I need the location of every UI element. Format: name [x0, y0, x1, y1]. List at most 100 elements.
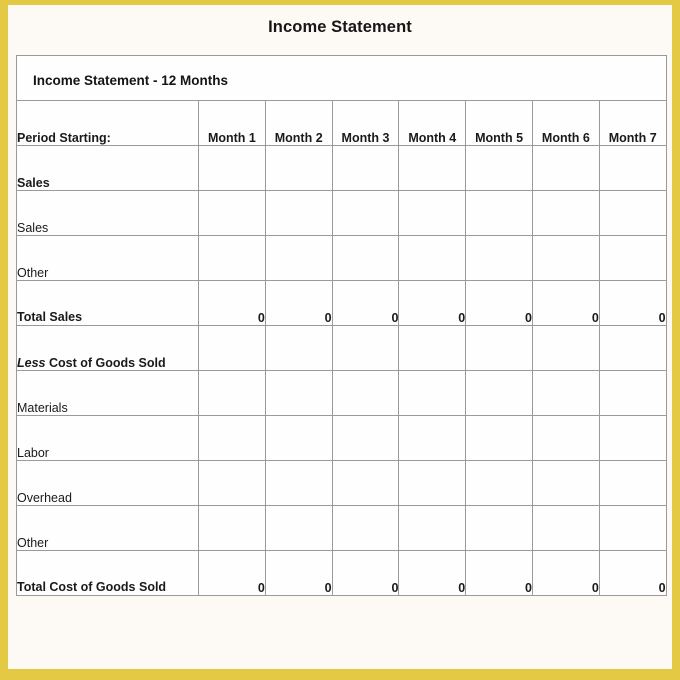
cell-total-sales-month-1[interactable]: 0: [198, 280, 266, 326]
table-row: Sales: [16, 145, 667, 191]
cell-total-cogs-month-1[interactable]: 0: [198, 550, 266, 596]
row-label-sales-other: Other: [16, 235, 199, 281]
cell-cogs-other-month-2[interactable]: [264, 505, 333, 551]
table-row: Other: [16, 235, 667, 281]
cell-overhead-month-2[interactable]: [264, 460, 333, 506]
cell-overhead-month-4[interactable]: [398, 460, 467, 506]
cell-cogs-section-month-6[interactable]: [531, 325, 600, 371]
table-row: Labor: [16, 415, 667, 461]
cell-sales-item-month-6[interactable]: [531, 190, 600, 236]
cell-sales-other-month-3[interactable]: [331, 235, 400, 281]
cell-sales-section-month-1[interactable]: [198, 145, 266, 191]
cell-labor-month-7[interactable]: [598, 415, 667, 461]
cell-labor-month-1[interactable]: [198, 415, 266, 461]
column-header-month-3: Month 3: [331, 100, 400, 146]
cell-total-cogs-month-5[interactable]: 0: [465, 550, 533, 596]
cell-sales-item-month-1[interactable]: [198, 190, 266, 236]
cell-sales-section-month-4[interactable]: [398, 145, 467, 191]
cell-cogs-section-month-2[interactable]: [264, 325, 333, 371]
column-header-month-6: Month 6: [531, 100, 600, 146]
period-starting-label: Period Starting:: [16, 100, 199, 146]
column-header-month-1: Month 1: [198, 100, 266, 146]
cell-cogs-other-month-3[interactable]: [331, 505, 400, 551]
row-label-materials: Materials: [16, 370, 199, 416]
table-row-total-sales: Total Sales 0 0 0 0 0 0 0: [16, 280, 667, 326]
cell-materials-month-2[interactable]: [264, 370, 333, 416]
cell-labor-month-5[interactable]: [465, 415, 533, 461]
cell-total-sales-month-3[interactable]: 0: [331, 280, 400, 326]
cell-sales-section-month-5[interactable]: [465, 145, 533, 191]
table-row-total-cogs: Total Cost of Goods Sold 0 0 0 0 0 0 0: [16, 550, 667, 596]
row-label-cogs-section: Less Cost of Goods Sold: [16, 325, 199, 371]
cell-total-cogs-month-4[interactable]: 0: [398, 550, 467, 596]
cell-cogs-section-month-7[interactable]: [598, 325, 667, 371]
cell-sales-section-month-7[interactable]: [598, 145, 667, 191]
cell-cogs-other-month-7[interactable]: [598, 505, 667, 551]
cell-sales-other-month-5[interactable]: [465, 235, 533, 281]
cell-labor-month-6[interactable]: [531, 415, 600, 461]
cell-cogs-section-month-1[interactable]: [198, 325, 266, 371]
column-header-month-5: Month 5: [465, 100, 533, 146]
cell-sales-other-month-2[interactable]: [264, 235, 333, 281]
cell-cogs-other-month-1[interactable]: [198, 505, 266, 551]
cell-materials-month-7[interactable]: [598, 370, 667, 416]
cell-sales-section-month-2[interactable]: [264, 145, 333, 191]
cell-materials-month-4[interactable]: [398, 370, 467, 416]
cell-total-cogs-month-7[interactable]: 0: [598, 550, 667, 596]
cell-overhead-month-6[interactable]: [531, 460, 600, 506]
cell-sales-section-month-6[interactable]: [531, 145, 600, 191]
cell-cogs-section-month-4[interactable]: [398, 325, 467, 371]
cell-total-sales-month-2[interactable]: 0: [264, 280, 333, 326]
cell-cogs-other-month-4[interactable]: [398, 505, 467, 551]
cell-labor-month-3[interactable]: [331, 415, 400, 461]
table-row: Overhead: [16, 460, 667, 506]
cell-cogs-section-month-5[interactable]: [465, 325, 533, 371]
income-statement-table: Income Statement - 12 Months Period Star…: [16, 55, 667, 596]
cell-sales-other-month-6[interactable]: [531, 235, 600, 281]
cell-materials-month-6[interactable]: [531, 370, 600, 416]
cell-sales-item-month-4[interactable]: [398, 190, 467, 236]
table-row: Other: [16, 505, 667, 551]
cell-labor-month-2[interactable]: [264, 415, 333, 461]
cell-sales-other-month-4[interactable]: [398, 235, 467, 281]
banner-cell: Income Statement - 12 Months: [16, 55, 667, 101]
row-label-sales-section: Sales: [16, 145, 199, 191]
cell-sales-item-month-5[interactable]: [465, 190, 533, 236]
column-header-month-4: Month 4: [398, 100, 467, 146]
cell-overhead-month-7[interactable]: [598, 460, 667, 506]
cell-cogs-section-month-3[interactable]: [331, 325, 400, 371]
cell-sales-section-month-3[interactable]: [331, 145, 400, 191]
cell-sales-other-month-1[interactable]: [198, 235, 266, 281]
cell-sales-other-month-7[interactable]: [598, 235, 667, 281]
cell-total-cogs-month-3[interactable]: 0: [331, 550, 400, 596]
cell-overhead-month-3[interactable]: [331, 460, 400, 506]
row-label-cogs-other: Other: [16, 505, 199, 551]
cell-total-sales-month-7[interactable]: 0: [598, 280, 667, 326]
cell-materials-month-1[interactable]: [198, 370, 266, 416]
cell-sales-item-month-2[interactable]: [264, 190, 333, 236]
column-header-month-2: Month 2: [264, 100, 333, 146]
cell-total-sales-month-6[interactable]: 0: [531, 280, 600, 326]
row-label-sales-item: Sales: [16, 190, 199, 236]
cell-labor-month-4[interactable]: [398, 415, 467, 461]
banner-title: Income Statement - 12 Months: [33, 73, 229, 88]
column-header-month-7: Month 7: [598, 100, 667, 146]
page-title: Income Statement: [268, 18, 412, 36]
cell-overhead-month-1[interactable]: [198, 460, 266, 506]
cell-total-sales-month-4[interactable]: 0: [398, 280, 467, 326]
cell-overhead-month-5[interactable]: [465, 460, 533, 506]
cell-sales-item-month-3[interactable]: [331, 190, 400, 236]
table-row: Less Cost of Goods Sold: [16, 325, 667, 371]
cell-materials-month-3[interactable]: [331, 370, 400, 416]
table-header-row: Period Starting: Month 1 Month 2 Month 3…: [16, 100, 667, 146]
row-label-overhead: Overhead: [16, 460, 199, 506]
cell-total-sales-month-5[interactable]: 0: [465, 280, 533, 326]
cell-materials-month-5[interactable]: [465, 370, 533, 416]
cell-cogs-other-month-6[interactable]: [531, 505, 600, 551]
cell-total-cogs-month-6[interactable]: 0: [531, 550, 600, 596]
cell-sales-item-month-7[interactable]: [598, 190, 667, 236]
cell-cogs-other-month-5[interactable]: [465, 505, 533, 551]
cell-total-cogs-month-2[interactable]: 0: [264, 550, 333, 596]
table-row: Sales: [16, 190, 667, 236]
table-row: Materials: [16, 370, 667, 416]
